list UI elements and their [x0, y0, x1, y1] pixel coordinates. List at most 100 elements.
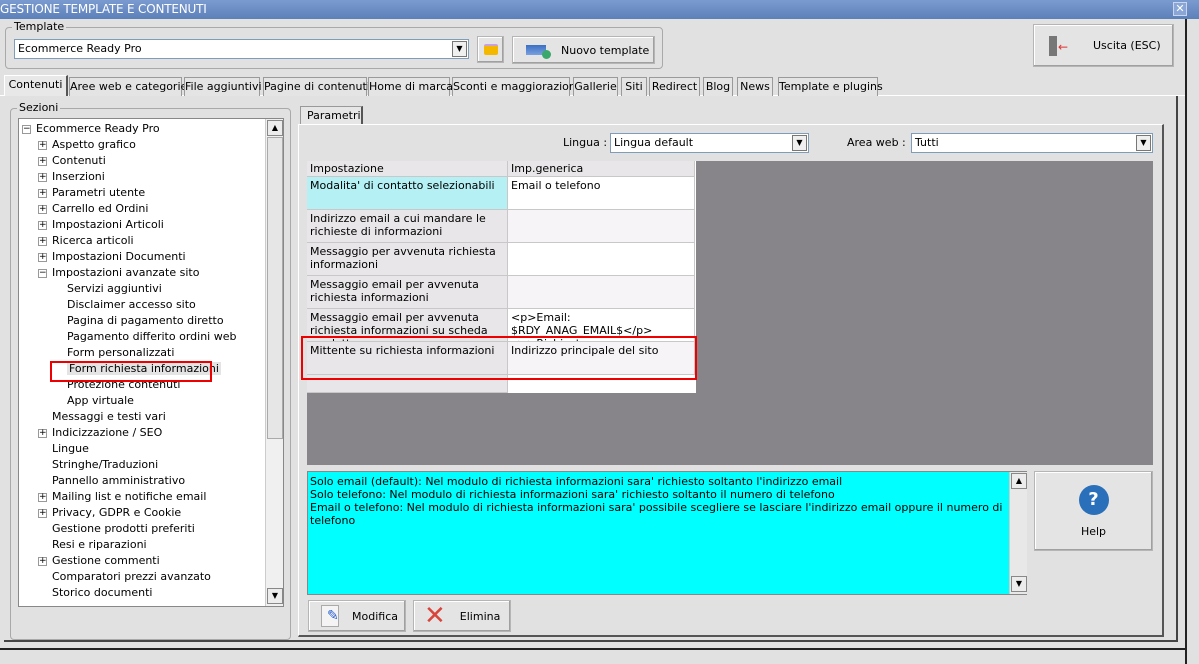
tab-blog[interactable]: Blog: [703, 77, 733, 96]
expand-icon[interactable]: +: [38, 173, 47, 182]
open-folder-button[interactable]: [477, 36, 504, 63]
tree-item[interactable]: + Ricerca articoli: [38, 233, 134, 249]
expand-icon[interactable]: +: [38, 253, 47, 262]
tab-parametri[interactable]: Parametri: [300, 106, 363, 125]
template-group-label: Template: [12, 20, 67, 33]
column-header-setting[interactable]: Impostazione: [307, 161, 508, 177]
close-button[interactable]: ✕: [1173, 2, 1187, 16]
expand-icon[interactable]: +: [38, 221, 47, 230]
scroll-up-icon[interactable]: ▲: [267, 120, 283, 136]
tab-sconti-e-maggiorazioni[interactable]: Sconti e maggiorazioni: [452, 77, 579, 96]
tree-item[interactable]: Servizi aggiuntivi: [67, 281, 162, 297]
chevron-down-icon: ▼: [1136, 135, 1151, 151]
table-cell-setting[interactable]: Messaggio per avvenuta richiesta informa…: [307, 243, 508, 276]
highlight-box-tree: [50, 361, 212, 382]
help-button[interactable]: ? Help: [1034, 471, 1153, 551]
tree-item-label: Messaggi e testi vari: [52, 410, 166, 423]
template-select[interactable]: Ecommerce Ready Pro ▼: [14, 39, 469, 59]
tree-item[interactable]: Lingue: [52, 441, 89, 457]
tree-item[interactable]: Resi e riparazioni: [52, 537, 147, 553]
tab-gallerie[interactable]: Gallerie: [573, 77, 618, 96]
new-template-button[interactable]: Nuovo template: [512, 36, 655, 64]
table-cell-setting[interactable]: Messaggio email per avvenuta richiesta i…: [307, 276, 508, 309]
tree-item[interactable]: − Ecommerce Ready Pro: [22, 121, 160, 137]
tree-item[interactable]: Stringhe/Traduzioni: [52, 457, 158, 473]
scroll-thumb[interactable]: [267, 137, 283, 439]
expand-icon[interactable]: +: [38, 557, 47, 566]
delete-button[interactable]: ✕ Elimina: [413, 600, 511, 632]
collapse-icon[interactable]: −: [22, 125, 31, 134]
expand-icon[interactable]: +: [38, 429, 47, 438]
tree-item[interactable]: + Privacy, GDPR e Cookie: [38, 505, 182, 521]
tree-item[interactable]: + Parametri utente: [38, 185, 145, 201]
tree-item[interactable]: Storico documenti: [52, 585, 152, 601]
table-cell-value[interactable]: [508, 210, 695, 243]
tab-redirect[interactable]: Redirect: [649, 77, 700, 96]
tree-item[interactable]: + Indicizzazione / SEO: [38, 425, 162, 441]
tree-item[interactable]: Form personalizzati: [67, 345, 174, 361]
table-cell-setting[interactable]: Modalita' di contatto selezionabili: [307, 177, 508, 210]
help-scrollbar[interactable]: ▲ ▼: [1009, 472, 1027, 594]
help-text-box[interactable]: Solo email (default): Nel modulo di rich…: [307, 471, 1027, 595]
tree-item[interactable]: Pagina di pagamento diretto: [67, 313, 224, 329]
tree-item[interactable]: Gestione prodotti preferiti: [52, 521, 195, 537]
tab-pagine-di-contenuti[interactable]: Pagine di contenuti: [263, 77, 370, 96]
tab-news[interactable]: News: [737, 77, 773, 96]
tree-item[interactable]: + Aspetto grafico: [38, 137, 136, 153]
expand-icon[interactable]: +: [38, 157, 47, 166]
tree-item[interactable]: + Impostazioni Articoli: [38, 217, 164, 233]
tree-item[interactable]: App virtuale: [67, 393, 134, 409]
tree-item[interactable]: + Contenuti: [38, 153, 106, 169]
modify-button[interactable]: ✎ Modifica: [308, 600, 406, 632]
title-bar: GESTIONE TEMPLATE E CONTENUTI: [0, 0, 1199, 19]
chevron-down-icon: ▼: [792, 135, 807, 151]
tab-aree-web-e-categorie[interactable]: Aree web e categorie: [69, 77, 187, 96]
tree-item[interactable]: + Mailing list e notifiche email: [38, 489, 206, 505]
expand-icon[interactable]: +: [38, 141, 47, 150]
expand-icon[interactable]: +: [38, 509, 47, 518]
tree-item[interactable]: Comparatori prezzi avanzato: [52, 569, 211, 585]
tree-item[interactable]: + Gestione commenti: [38, 553, 160, 569]
help-label: Help: [1080, 524, 1107, 538]
scroll-up-icon[interactable]: ▲: [1011, 473, 1027, 489]
column-header-value[interactable]: Imp.generica: [508, 161, 695, 177]
language-select[interactable]: Lingua default ▼: [610, 133, 809, 153]
table-cell-setting[interactable]: Indirizzo email a cui mandare le richies…: [307, 210, 508, 243]
tree-item-label: Pannello amministrativo: [52, 474, 186, 487]
expand-icon[interactable]: +: [38, 237, 47, 246]
tab-siti[interactable]: Siti: [621, 77, 647, 96]
collapse-icon[interactable]: −: [38, 269, 47, 278]
highlight-box-row: [301, 336, 697, 380]
web-area-select[interactable]: Tutti ▼: [911, 133, 1153, 153]
expand-icon[interactable]: +: [38, 189, 47, 198]
table-cell-value[interactable]: [508, 243, 695, 276]
table-cell-value[interactable]: [508, 276, 695, 309]
scroll-down-icon[interactable]: ▼: [1011, 576, 1027, 592]
tree-item-label: Privacy, GDPR e Cookie: [52, 506, 182, 519]
tab-template-e-plugins[interactable]: Template e plugins: [778, 77, 883, 96]
tree-item[interactable]: + Carrello ed Ordini: [38, 201, 148, 217]
tree-item[interactable]: − Impostazioni avanzate sito: [38, 265, 199, 281]
help-line: Solo telefono: Nel modulo di richiesta i…: [310, 488, 835, 501]
tree-item[interactable]: Pannello amministrativo: [52, 473, 185, 489]
tree-item-label: Lingue: [52, 442, 89, 455]
sections-tree[interactable]: − Ecommerce Ready Pro + Aspetto grafico + Con…: [18, 118, 284, 607]
expand-icon[interactable]: +: [38, 205, 47, 214]
tab-contenuti[interactable]: Contenuti: [4, 75, 68, 96]
exit-button[interactable]: ← Uscita (ESC): [1033, 24, 1174, 67]
tab-file-aggiuntivi[interactable]: File aggiuntivi: [184, 77, 262, 96]
tree-item-label: Ricerca articoli: [52, 234, 134, 247]
tree-item-label: Ecommerce Ready Pro: [36, 122, 160, 135]
tree-item[interactable]: Messaggi e testi vari: [52, 409, 166, 425]
edit-pencil-icon: ✎: [321, 605, 339, 627]
tree-scrollbar[interactable]: ▲ ▼: [265, 119, 283, 606]
tree-item[interactable]: + Impostazioni Documenti: [38, 249, 186, 265]
tree-item[interactable]: Disclaimer accesso sito: [67, 297, 196, 313]
expand-icon[interactable]: +: [38, 493, 47, 502]
tree-item[interactable]: Pagamento differito ordini web: [67, 329, 236, 345]
tab-home-di-marca[interactable]: Home di marca: [368, 77, 453, 96]
table-cell-value[interactable]: Email o telefono: [508, 177, 695, 210]
scroll-down-icon[interactable]: ▼: [267, 588, 283, 604]
tree-item[interactable]: + Inserzioni: [38, 169, 105, 185]
window-title: GESTIONE TEMPLATE E CONTENUTI: [0, 2, 207, 16]
